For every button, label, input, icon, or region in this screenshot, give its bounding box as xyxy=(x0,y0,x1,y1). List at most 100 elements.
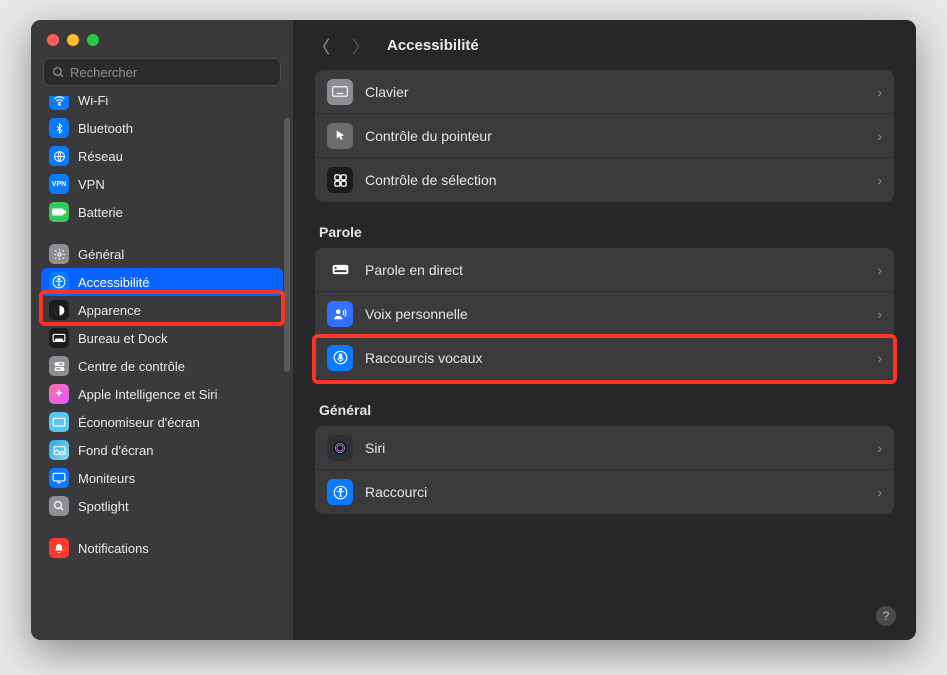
sidebar-item-label: Bureau et Dock xyxy=(78,331,168,346)
help-button[interactable]: ? xyxy=(876,606,896,626)
row-live-speech[interactable]: Parole en direct › xyxy=(315,248,894,292)
control-center-icon xyxy=(49,356,69,376)
sidebar-item-wallpaper[interactable]: Fond d'écran xyxy=(41,436,283,464)
sidebar-item-label: Accessibilité xyxy=(78,275,150,290)
chevron-right-icon: › xyxy=(877,484,882,500)
row-pointer-control[interactable]: Contrôle du pointeur › xyxy=(315,114,894,158)
minimize-window-button[interactable] xyxy=(67,34,79,46)
group-header-speech: Parole xyxy=(319,224,890,240)
sidebar-item-vpn[interactable]: VPN VPN xyxy=(41,170,283,198)
sidebar-item-spotlight[interactable]: Spotlight xyxy=(41,492,283,520)
nav-forward-button[interactable]: 〉 xyxy=(352,33,369,58)
siri-icon xyxy=(327,435,353,461)
keyboard-icon xyxy=(327,79,353,105)
sidebar-item-network[interactable]: Réseau xyxy=(41,142,283,170)
row-label: Siri xyxy=(365,440,385,456)
row-label: Contrôle du pointeur xyxy=(365,128,492,144)
chevron-right-icon: › xyxy=(877,262,882,278)
row-label: Parole en direct xyxy=(365,262,463,278)
spotlight-icon xyxy=(49,496,69,516)
row-shortcut[interactable]: Raccourci › xyxy=(315,470,894,514)
settings-window: Rechercher Wi-Fi Bluetooth xyxy=(31,20,916,640)
accessibility-icon xyxy=(49,272,69,292)
bluetooth-icon xyxy=(49,118,69,138)
row-label: Contrôle de sélection xyxy=(365,172,497,188)
personal-voice-icon xyxy=(327,301,353,327)
window-controls xyxy=(31,20,293,58)
sidebar-item-appearance[interactable]: Apparence xyxy=(41,296,283,324)
chevron-right-icon: › xyxy=(877,84,882,100)
sidebar-item-wifi[interactable]: Wi-Fi xyxy=(41,96,283,114)
close-window-button[interactable] xyxy=(47,34,59,46)
battery-icon xyxy=(49,202,69,222)
row-switch-control[interactable]: Contrôle de sélection › xyxy=(315,158,894,202)
sidebar-item-label: VPN xyxy=(78,177,105,192)
sidebar-item-control-center[interactable]: Centre de contrôle xyxy=(41,352,283,380)
row-label: Raccourcis vocaux xyxy=(365,350,483,366)
apple-intelligence-icon xyxy=(49,384,69,404)
voice-shortcuts-icon xyxy=(327,345,353,371)
page-title: Accessibilité xyxy=(387,37,479,54)
gear-icon xyxy=(49,244,69,264)
dock-icon xyxy=(49,328,69,348)
sidebar-item-screen-saver[interactable]: Économiseur d'écran xyxy=(41,408,283,436)
row-personal-voice[interactable]: Voix personnelle › xyxy=(315,292,894,336)
sidebar-item-label: Fond d'écran xyxy=(78,443,153,458)
group-general: Siri › Raccourci › xyxy=(315,426,894,514)
topbar: 〈 〉 Accessibilité xyxy=(293,20,916,70)
sidebar-item-label: Spotlight xyxy=(78,499,129,514)
sidebar-item-battery[interactable]: Batterie xyxy=(41,198,283,226)
row-keyboard[interactable]: Clavier › xyxy=(315,70,894,114)
wifi-icon xyxy=(49,96,69,110)
row-siri[interactable]: Siri › xyxy=(315,426,894,470)
sidebar-item-displays[interactable]: Moniteurs xyxy=(41,464,283,492)
sidebar-item-apple-intelligence-siri[interactable]: Apple Intelligence et Siri xyxy=(41,380,283,408)
nav-back-button[interactable]: 〈 xyxy=(313,33,330,58)
wallpaper-icon xyxy=(49,440,69,460)
search-placeholder: Rechercher xyxy=(70,65,137,80)
sidebar-item-label: Moniteurs xyxy=(78,471,135,486)
sidebar-item-label: Wi-Fi xyxy=(78,96,108,108)
sidebar-item-accessibility[interactable]: Accessibilité xyxy=(41,268,283,296)
switch-control-icon xyxy=(327,167,353,193)
appearance-icon xyxy=(49,300,69,320)
sidebar-item-bluetooth[interactable]: Bluetooth xyxy=(41,114,283,142)
chevron-right-icon: › xyxy=(877,350,882,366)
sidebar-item-label: Économiseur d'écran xyxy=(78,415,200,430)
live-speech-icon xyxy=(327,257,353,283)
chevron-right-icon: › xyxy=(877,440,882,456)
chevron-right-icon: › xyxy=(877,172,882,188)
main-pane: 〈 〉 Accessibilité Clavier › xyxy=(293,20,916,640)
sidebar-scrollbar[interactable] xyxy=(284,118,290,372)
sidebar-item-desktop-dock[interactable]: Bureau et Dock xyxy=(41,324,283,352)
group-speech: Parole en direct › Voix personnelle › Ra… xyxy=(315,248,894,380)
sidebar-item-label: Apparence xyxy=(78,303,141,318)
screen-saver-icon xyxy=(49,412,69,432)
sidebar-item-label: Batterie xyxy=(78,205,123,220)
globe-icon xyxy=(49,146,69,166)
search-icon xyxy=(52,66,65,79)
bell-icon xyxy=(49,538,69,558)
pointer-icon xyxy=(327,123,353,149)
sidebar-item-general[interactable]: Général xyxy=(41,240,283,268)
row-label: Voix personnelle xyxy=(365,306,468,322)
sidebar: Rechercher Wi-Fi Bluetooth xyxy=(31,20,293,640)
shortcut-icon xyxy=(327,479,353,505)
vpn-icon: VPN xyxy=(49,174,69,194)
search-container: Rechercher xyxy=(31,58,293,96)
chevron-right-icon: › xyxy=(877,306,882,322)
sidebar-scroll: Wi-Fi Bluetooth Réseau VPN VPN xyxy=(31,96,293,640)
group-header-general: Général xyxy=(319,402,890,418)
row-label: Raccourci xyxy=(365,484,427,500)
content: Clavier › Contrôle du pointeur › Contrôl… xyxy=(293,70,916,640)
zoom-window-button[interactable] xyxy=(87,34,99,46)
sidebar-item-label: Réseau xyxy=(78,149,123,164)
sidebar-item-notifications[interactable]: Notifications xyxy=(41,534,283,562)
sidebar-item-label: Notifications xyxy=(78,541,149,556)
sidebar-item-label: Centre de contrôle xyxy=(78,359,185,374)
group-motor: Clavier › Contrôle du pointeur › Contrôl… xyxy=(315,70,894,202)
search-input[interactable]: Rechercher xyxy=(43,58,281,86)
row-label: Clavier xyxy=(365,84,409,100)
sidebar-item-label: Bluetooth xyxy=(78,121,133,136)
row-voice-shortcuts[interactable]: Raccourcis vocaux › xyxy=(315,336,894,380)
